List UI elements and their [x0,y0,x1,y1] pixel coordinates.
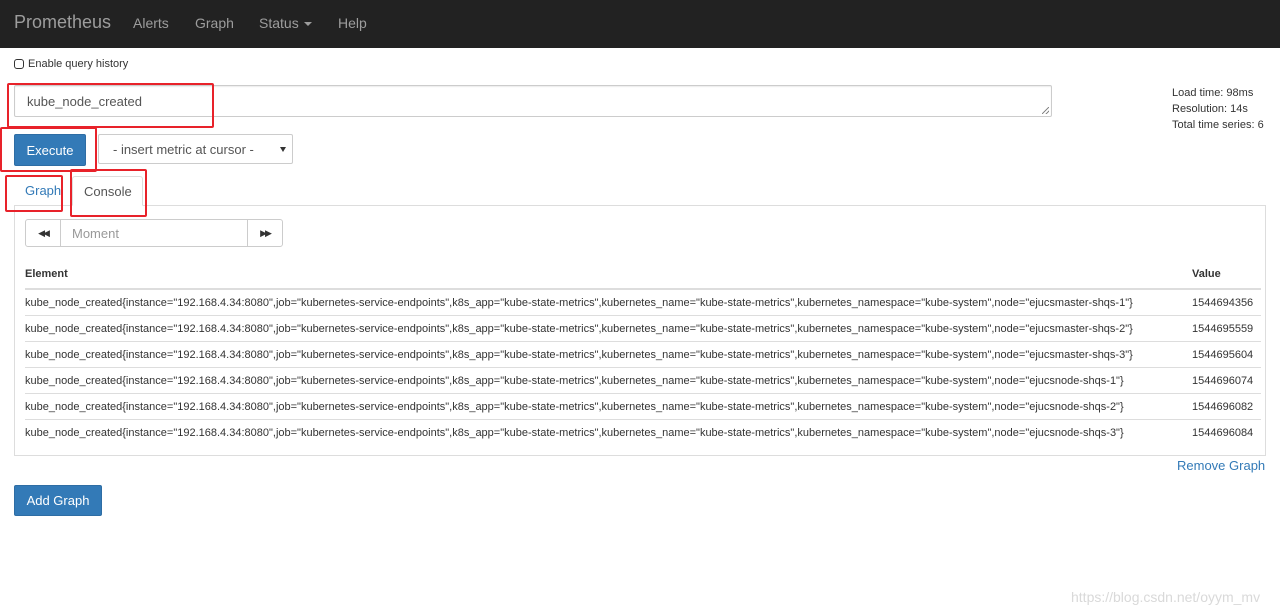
table-row: kube_node_created{instance="192.168.4.34… [25,394,1261,420]
table-header: Element Value [25,266,1261,290]
insert-metric-selected: - insert metric at cursor - [113,142,254,157]
row-value: 1544695604 [1192,348,1254,361]
remove-graph-link[interactable]: Remove Graph [1177,458,1265,473]
nav-status[interactable]: Status [259,15,312,31]
row-element: kube_node_created{instance="192.168.4.34… [25,427,1124,439]
brand-link[interactable]: Prometheus [14,12,111,33]
column-header-element: Element [25,268,68,280]
watermark: https://blog.csdn.net/oyym_mv [1071,589,1261,605]
resolution: Resolution: 14s [1172,103,1248,115]
nav-status-label: Status [259,15,299,31]
insert-metric-select[interactable]: - insert metric at cursor - [98,134,293,164]
navbar: Prometheus Alerts Graph Status Help [0,0,1280,48]
nav-graph[interactable]: Graph [195,15,234,31]
moment-placeholder: Moment [72,226,119,241]
moment-forward-button[interactable]: ▶▶ [247,219,283,247]
row-element: kube_node_created{instance="192.168.4.34… [25,400,1124,413]
table-row: kube_node_created{instance="192.168.4.34… [25,290,1261,316]
fast-forward-icon: ▶▶ [260,227,272,238]
nav-alerts[interactable]: Alerts [133,15,169,31]
moment-back-button[interactable]: ◀◀ [25,219,61,247]
total-series: Total time series: 6 [1172,119,1264,131]
table-row: kube_node_created{instance="192.168.4.34… [25,316,1261,342]
expression-value: kube_node_created [27,94,142,109]
row-element: kube_node_created{instance="192.168.4.34… [25,348,1133,361]
table-row: kube_node_created{instance="192.168.4.34… [25,420,1261,446]
nav-help[interactable]: Help [338,15,367,31]
table-row: kube_node_created{instance="192.168.4.34… [25,368,1261,394]
query-history-label: Enable query history [28,58,129,70]
expression-input[interactable]: kube_node_created [14,85,1052,117]
row-value: 1544695559 [1192,322,1254,335]
table-row: kube_node_created{instance="192.168.4.34… [25,342,1261,368]
row-element: kube_node_created{instance="192.168.4.34… [25,374,1124,387]
fast-backward-icon: ◀◀ [38,227,50,238]
tab-console[interactable]: Console [72,176,143,206]
add-graph-button[interactable]: Add Graph [14,485,102,516]
load-time: Load time: 98ms [1172,87,1254,99]
moment-input[interactable]: Moment [61,219,247,247]
chevron-down-icon [303,22,312,27]
query-stats: Load time: 98ms Resolution: 14s Total ti… [1172,85,1264,133]
row-element: kube_node_created{instance="192.168.4.34… [25,296,1133,309]
tab-graph[interactable]: Graph [14,176,72,206]
resize-handle-icon[interactable] [1042,107,1049,114]
query-history-toggle[interactable]: Enable query history [14,58,128,70]
row-element: kube_node_created{instance="192.168.4.34… [25,322,1133,335]
row-value: 1544696082 [1192,400,1254,413]
execute-button[interactable]: Execute [14,134,86,166]
results-table: Element Value kube_node_created{instance… [25,266,1261,446]
query-history-checkbox[interactable] [14,59,24,69]
row-value: 1544696074 [1192,374,1254,387]
chevron-down-icon [280,147,286,152]
moment-controls: ◀◀ Moment ▶▶ [25,219,283,247]
console-panel: ◀◀ Moment ▶▶ Element Value kube_node_cre… [14,205,1266,456]
column-header-value: Value [1192,268,1221,280]
row-value: 1544696084 [1192,427,1254,439]
row-value: 1544694356 [1192,296,1254,309]
